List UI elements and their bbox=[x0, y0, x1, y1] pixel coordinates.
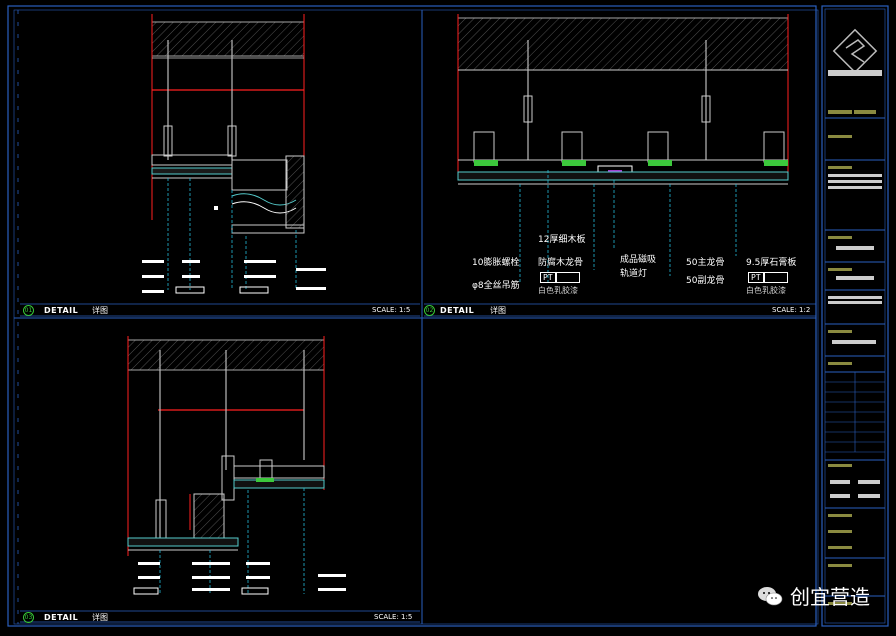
label-wood-keel: 防腐木龙骨 bbox=[538, 258, 584, 268]
logo bbox=[832, 28, 878, 74]
panel3-drawing bbox=[127, 336, 346, 595]
label-main-keel: 50主龙骨 bbox=[686, 258, 725, 268]
label-hanger-rod: φ8全丝吊筋 bbox=[472, 281, 520, 291]
panel3-detail-label: DETAIL bbox=[44, 613, 79, 622]
label-magnetic-fixture: 成品磁吸 bbox=[620, 255, 657, 265]
panel2-detail-label: DETAIL bbox=[440, 306, 475, 315]
panel1-subtitle: 详图 bbox=[92, 306, 108, 315]
panel3-scale: SCALE: 1:5 bbox=[374, 613, 413, 621]
panel1-drawing bbox=[142, 14, 326, 294]
label-12-wood-board: 12厚细木板 bbox=[538, 235, 586, 245]
label-expansion-bolt: 10膨胀螺栓 bbox=[472, 258, 520, 268]
panel3-number: 03 bbox=[23, 612, 34, 623]
panel1-scale: SCALE: 1:5 bbox=[372, 306, 411, 314]
label-track-light: 轨道灯 bbox=[620, 269, 648, 279]
panel3-subtitle: 详图 bbox=[92, 613, 108, 622]
panel2-drawing bbox=[457, 14, 789, 284]
panel2-number: 02 bbox=[424, 305, 435, 316]
paint-label-2: 白色乳胶漆 bbox=[746, 286, 786, 295]
panel2-scale: SCALE: 1:2 bbox=[772, 306, 811, 314]
watermark: 创宜营造 bbox=[756, 581, 870, 610]
wechat-icon bbox=[758, 586, 783, 605]
pt-tag-1: PT bbox=[540, 272, 556, 283]
label-secondary-keel: 50副龙骨 bbox=[686, 276, 725, 286]
paint-label-1: 白色乳胶漆 bbox=[538, 286, 578, 295]
panel1-number: 01 bbox=[23, 305, 34, 316]
watermark-text: 创宜营造 bbox=[790, 585, 870, 609]
cad-drawing bbox=[7, 5, 889, 627]
panel2-subtitle: 详图 bbox=[490, 306, 506, 315]
pt-tag-2: PT bbox=[748, 272, 764, 283]
drawing-sheet: 01 DETAIL 详图 SCALE: 1:5 02 DETAIL 详图 SCA… bbox=[0, 0, 896, 632]
panel1-detail-label: DETAIL bbox=[44, 306, 79, 315]
label-gypsum-board: 9.5厚石膏板 bbox=[746, 258, 797, 268]
